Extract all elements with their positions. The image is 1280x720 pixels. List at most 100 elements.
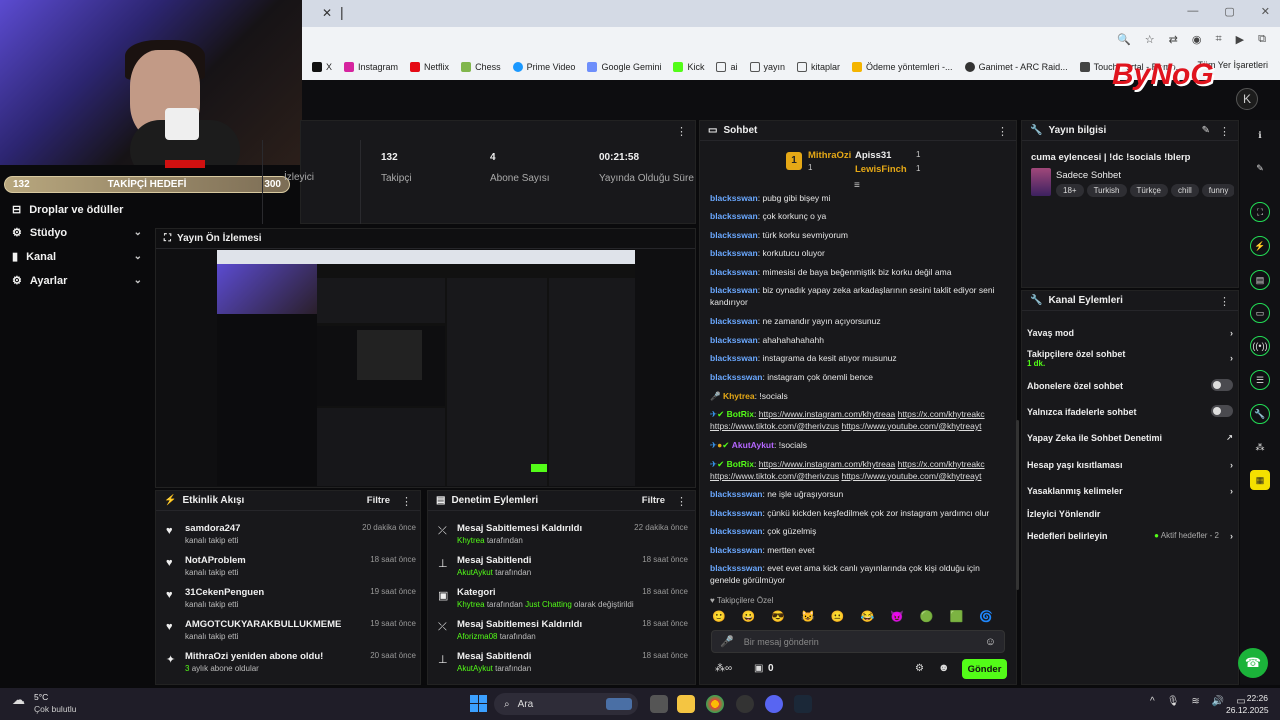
emote-icon[interactable]: 😐 [831,610,845,623]
bookmark-x[interactable]: X [312,61,332,72]
nav-channel[interactable]: ▮ Kanal ⌄ [12,250,142,264]
wifi-icon[interactable]: ≋ [1191,696,1199,707]
ai-moderation-action[interactable]: Yapay Zeka ile Sohbet Denetimi ↗ [1027,433,1233,443]
chat-link[interactable]: https://x.com/khytreakc [898,459,985,469]
bookmark-gemini[interactable]: Google Gemini [587,61,661,72]
bookmark-odeme[interactable]: Ödeme yöntemleri -... [852,61,953,72]
chat-user[interactable]: blacksswan [710,335,758,345]
chat-user[interactable]: blacksswan [710,248,758,258]
chat-user[interactable]: blacksswan [710,285,758,295]
chat-user[interactable]: blacksswan [710,316,758,326]
sub-chat-toggle[interactable] [1211,379,1233,391]
chrome-icon[interactable] [706,695,724,713]
play-icon[interactable]: ▶ [1236,33,1244,46]
kebab-menu-icon[interactable]: ⋮ [997,125,1008,138]
extension-icons[interactable]: 🔍 ☆ ⇄ ◉ ⌗ ▶ ⧉ [1117,33,1266,46]
chat-settings-icon[interactable]: ⚙ [915,663,924,674]
chat-user[interactable]: blackssswan [710,526,762,536]
emote-icon[interactable]: 😎 [771,610,785,623]
tag[interactable]: chill [1170,184,1199,197]
close-window-icon[interactable]: ✕ [1261,5,1270,18]
leader-2-name[interactable]: Apiss31 [855,150,891,161]
emote-icon[interactable]: 😺 [801,610,815,623]
share-icon[interactable]: ⁂ [1250,437,1270,457]
tag[interactable]: funny [1201,184,1234,197]
kebab-menu-icon[interactable]: ⋮ [676,125,687,138]
follower-chat-action[interactable]: Takipçilere özel sohbet › 1 dk. [1027,349,1233,368]
extensions-icon[interactable]: ⧉ [1258,33,1266,46]
lightning-icon[interactable]: ⚡ [1250,236,1270,256]
bookmark-ganimet[interactable]: Ganimet - ARC Raid... [964,61,1068,72]
file-explorer-icon[interactable] [677,695,695,713]
bookmark-chess[interactable]: Chess [461,61,501,72]
emote-icon[interactable]: 😂 [861,610,875,623]
raid-action[interactable]: İzleyici Yönlendir [1027,509,1233,519]
nav-studio[interactable]: ⚙ Stüdyo ⌄ [12,226,142,240]
emoji-picker-icon[interactable]: ☺ [985,636,996,648]
bookmark-yayin[interactable]: yayın [749,61,785,72]
chat-bubble-icon[interactable]: ▭ [1250,303,1270,323]
taskbar-search[interactable]: ⌕ Ara [494,693,638,715]
tag[interactable]: 18+ [1056,184,1084,197]
chat-user[interactable]: blacksswan [710,353,758,363]
discord-icon[interactable] [765,695,783,713]
chat-user[interactable]: blacksswan [710,230,758,240]
banned-words-action[interactable]: Yasaklanmış kelimeler › [1027,486,1233,496]
volume-icon[interactable]: 🔊 [1212,696,1224,707]
channel-points-icon[interactable]: ⁂∞ [715,663,732,674]
broadcast-icon[interactable]: ((•)) [1250,336,1270,356]
category-thumbnail[interactable] [1031,168,1051,196]
slow-mode-action[interactable]: Yavaş mod › [1027,328,1233,338]
emote-icon[interactable]: 🟩 [950,610,964,623]
maximize-icon[interactable]: ▢ [1224,5,1234,18]
obs-icon[interactable] [736,695,754,713]
chat-user[interactable]: blacksswan [710,267,758,277]
bookmark-ai[interactable]: ai [716,61,738,72]
translate-icon[interactable]: ⇄ [1169,33,1178,46]
activity-filter-button[interactable]: Filtre [367,495,390,506]
chat-user[interactable]: BotRix [727,409,754,419]
bookmark-instagram[interactable]: Instagram [344,61,398,72]
mod-filter-button[interactable]: Filtre [642,495,665,506]
gift-icon[interactable]: ▣ [754,663,763,674]
leader-3-name[interactable]: LewisFinch [855,164,907,175]
tab-close-icon[interactable]: ✕ [322,6,332,20]
mic-icon[interactable]: 🎙 [1167,696,1180,707]
chat-user[interactable]: blacksswan [710,193,758,203]
kebab-menu-icon[interactable]: ⋮ [676,495,687,508]
audio-icon[interactable]: ◉ [1192,33,1202,46]
account-age-action[interactable]: Hesap yaşı kısıtlaması › [1027,460,1233,470]
chat-link[interactable]: https://www.instagram.com/khytreaa [759,459,896,469]
edit-icon[interactable]: ✎ [1202,125,1210,136]
steam-icon[interactable] [794,695,812,713]
stream-preview-video[interactable] [217,250,635,486]
bookmark-prime[interactable]: Prime Video [512,61,575,72]
nav-drops[interactable]: ⊟ Droplar ve ödüller [12,203,142,217]
screenshot-icon[interactable]: ⌗ [1215,33,1221,46]
clock-date[interactable]: 26.12.2025 [1226,705,1269,715]
chat-scrollbar[interactable] [1016,420,1019,590]
chat-link[interactable]: https://www.youtube.com/@khytreayt [841,421,981,431]
leader-1-name[interactable]: MithraOzi [808,150,851,161]
chat-input[interactable]: 🎤 Bir mesaj gönderin ☺ [711,630,1005,653]
bookmark-kick[interactable]: Kick [673,61,704,72]
sub-chat-action[interactable]: Abonelere özel sohbet [1027,379,1233,391]
emote-icon[interactable]: 🟢 [920,610,934,623]
window-controls[interactable]: — ▢ ✕ [1187,5,1270,18]
star-icon[interactable]: ☆ [1145,33,1155,46]
chat-user[interactable]: blackssswan [710,508,762,518]
zoom-icon[interactable]: 🔍 [1117,33,1131,46]
chat-link[interactable]: https://www.youtube.com/@khytreayt [841,471,981,481]
weather-temp[interactable]: 5°C [34,692,48,702]
kebab-menu-icon[interactable]: ⋮ [1219,295,1230,308]
emote-menu-icon[interactable]: ☻ [938,662,950,674]
new-tab-icon[interactable]: | [340,4,344,20]
chat-link[interactable]: https://www.tiktok.com/@therivzus [710,421,839,431]
kebab-menu-icon[interactable]: ⋮ [401,495,412,508]
emote-icon[interactable]: 🌀 [979,610,993,623]
chat-link[interactable]: https://x.com/khytreakc [898,409,985,419]
emote-icon[interactable]: 😀 [742,610,756,623]
goals-action[interactable]: Hedefleri belirleyin › ● Aktif hedefler - … [1027,531,1233,541]
emote-only-toggle[interactable] [1211,405,1233,417]
emote-icon[interactable]: 😈 [890,610,904,623]
